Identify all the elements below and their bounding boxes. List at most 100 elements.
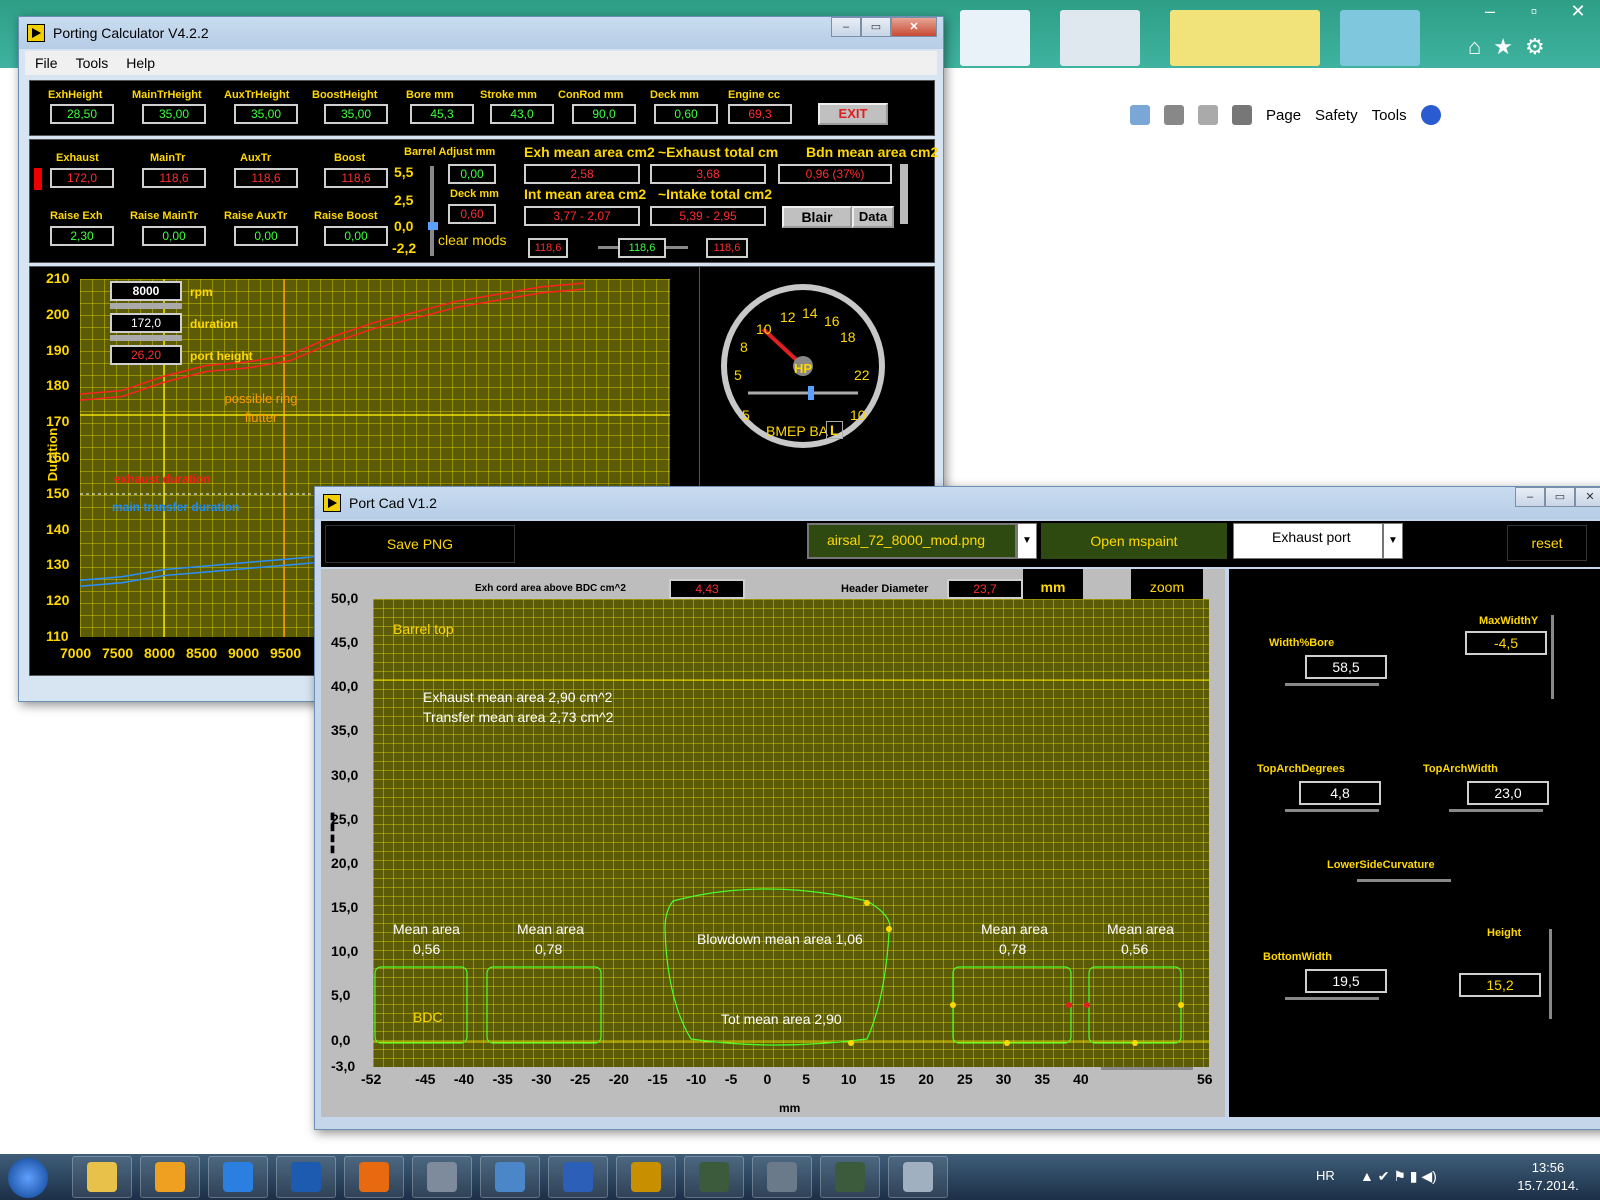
paint-taskbar-icon[interactable] xyxy=(888,1156,948,1198)
clear-mods-button[interactable]: clear mods xyxy=(438,232,506,248)
photo-taskbar-icon[interactable] xyxy=(480,1156,540,1198)
gear-icon[interactable]: ⚙ xyxy=(1525,34,1545,60)
raise-exh-field[interactable]: 2,30 xyxy=(50,226,114,246)
explorer-taskbar-icon[interactable] xyxy=(72,1156,132,1198)
file-selector[interactable]: airsal_72_8000_mod.png xyxy=(807,523,1017,559)
width-bore-field[interactable]: 58,5 xyxy=(1305,655,1387,679)
raise-boost-field[interactable]: 0,00 xyxy=(324,226,388,246)
language-indicator[interactable]: HR xyxy=(1316,1168,1335,1183)
toparchwidth-field[interactable]: 23,0 xyxy=(1467,781,1549,805)
aux-left-title: Mean area xyxy=(393,921,460,937)
browser-close-button[interactable]: ✕ xyxy=(1556,0,1600,22)
maintrheight-field[interactable]: 35,00 xyxy=(142,104,206,124)
clock-time[interactable]: 13:56 xyxy=(1510,1160,1586,1175)
panel-scrollbar[interactable] xyxy=(900,164,908,224)
bmep-unit-toggle[interactable]: L xyxy=(826,421,843,439)
outlook-taskbar-icon[interactable] xyxy=(140,1156,200,1198)
bottomwidth-slider[interactable] xyxy=(1285,997,1379,1000)
barrel-adjust-field[interactable]: 0,00 xyxy=(448,164,496,184)
labview-taskbar-icon[interactable] xyxy=(684,1156,744,1198)
maxwidthy-field[interactable]: -4,5 xyxy=(1465,631,1547,655)
duration-slider[interactable] xyxy=(110,335,182,341)
raise-maintr-field[interactable]: 0,00 xyxy=(142,226,206,246)
height-field[interactable]: 15,2 xyxy=(1459,973,1541,997)
deck-field[interactable]: 0,60 xyxy=(654,104,718,124)
firefox-taskbar-icon[interactable] xyxy=(344,1156,404,1198)
maximize-button[interactable]: ▭ xyxy=(861,17,891,37)
barrel-slider-track[interactable] xyxy=(430,166,434,256)
gauge-tick-12: 12 xyxy=(780,309,796,325)
reset-button[interactable]: reset xyxy=(1507,525,1587,561)
settings-taskbar-icon[interactable] xyxy=(412,1156,472,1198)
menu-tools[interactable]: Tools xyxy=(76,55,109,71)
toparchdegrees-slider[interactable] xyxy=(1285,809,1379,812)
globe-taskbar-icon[interactable] xyxy=(276,1156,336,1198)
lowersidecurvature-slider[interactable] xyxy=(1357,879,1451,882)
file-dropdown-arrow[interactable]: ▼ xyxy=(1017,523,1037,559)
open-mspaint-button[interactable]: Open mspaint xyxy=(1041,523,1227,559)
exhaust-slider-knob[interactable] xyxy=(34,168,42,190)
boost-duration-field[interactable]: 118,6 xyxy=(324,168,388,188)
data-button[interactable]: Data xyxy=(852,206,894,228)
word-taskbar-icon[interactable] xyxy=(548,1156,608,1198)
home-icon[interactable]: ⌂ xyxy=(1468,34,1481,60)
clock-date[interactable]: 15.7.2014. xyxy=(1510,1178,1586,1193)
auxtr-duration-field[interactable]: 118,6 xyxy=(234,168,298,188)
cad-chart xyxy=(373,679,1209,1046)
help-icon[interactable] xyxy=(1420,105,1441,125)
toparchdegrees-field[interactable]: 4,8 xyxy=(1299,781,1381,805)
bore-label: Bore mm xyxy=(406,89,454,101)
bore-field[interactable]: 45,3 xyxy=(410,104,474,124)
hp-label: HP xyxy=(794,361,813,376)
exhheight-field[interactable]: 28,50 xyxy=(50,104,114,124)
close-button[interactable]: ✕ xyxy=(891,17,937,37)
mail-icon[interactable] xyxy=(1198,105,1218,125)
port-dropdown-arrow[interactable]: ▼ xyxy=(1383,523,1403,559)
maxwidthy-slider[interactable] xyxy=(1551,615,1554,699)
feed-icon[interactable] xyxy=(1164,105,1184,125)
aux-port-right xyxy=(1088,966,1182,1044)
bottomwidth-field[interactable]: 19,5 xyxy=(1305,969,1387,993)
slider-mid-value[interactable]: 118,6 xyxy=(618,238,666,258)
calc-taskbar-icon[interactable] xyxy=(752,1156,812,1198)
page-menu[interactable]: Page xyxy=(1266,107,1301,124)
menu-help[interactable]: Help xyxy=(126,55,155,71)
star-icon[interactable]: ★ xyxy=(1493,34,1513,60)
rpm-slider[interactable] xyxy=(110,303,182,309)
tools-menu[interactable]: Tools xyxy=(1372,107,1407,124)
barrel-slider-thumb[interactable] xyxy=(428,222,438,230)
blair-button[interactable]: Blair xyxy=(782,206,852,228)
labview-taskbar-icon[interactable] xyxy=(820,1156,880,1198)
height-slider[interactable] xyxy=(1549,929,1552,1019)
raise-auxtr-field[interactable]: 0,00 xyxy=(234,226,298,246)
auxtrheight-field[interactable]: 35,00 xyxy=(234,104,298,124)
start-button[interactable] xyxy=(8,1158,48,1198)
maintr-duration-field[interactable]: 118,6 xyxy=(142,168,206,188)
ie-taskbar-icon[interactable] xyxy=(208,1156,268,1198)
menu-file[interactable]: File xyxy=(35,55,58,71)
exit-button[interactable]: EXIT xyxy=(818,103,888,125)
intake-total-label: ~Intake total cm2 xyxy=(658,186,772,202)
browser-maximize-button[interactable]: ▫ xyxy=(1512,0,1556,22)
width-bore-slider[interactable] xyxy=(1285,683,1379,686)
exhaust-duration-field[interactable]: 172,0 xyxy=(50,168,114,188)
duration-field[interactable]: 172,0 xyxy=(110,313,182,333)
home-icon[interactable] xyxy=(1130,105,1150,125)
save-png-button[interactable]: Save PNG xyxy=(325,525,515,563)
tray-icons[interactable]: ▲ ✔ ⚑ ▮ ◀) xyxy=(1360,1168,1437,1185)
portcad-maximize-button[interactable]: ▭ xyxy=(1545,487,1575,507)
boostheight-field[interactable]: 35,00 xyxy=(324,104,388,124)
safety-menu[interactable]: Safety xyxy=(1315,107,1358,124)
conrod-field[interactable]: 90,0 xyxy=(572,104,636,124)
browser-minimize-button[interactable]: – xyxy=(1468,0,1512,22)
minimize-button[interactable]: – xyxy=(831,17,861,37)
rpm-field[interactable]: 8000 xyxy=(110,281,182,301)
dosbox-taskbar-icon[interactable] xyxy=(616,1156,676,1198)
portcad-minimize-button[interactable]: – xyxy=(1515,487,1545,507)
x-zoom-slider[interactable] xyxy=(1101,1067,1193,1079)
portcad-close-button[interactable]: ✕ xyxy=(1575,487,1600,507)
stroke-field[interactable]: 43,0 xyxy=(490,104,554,124)
print-icon[interactable] xyxy=(1232,105,1252,125)
toparchwidth-slider[interactable] xyxy=(1449,809,1543,812)
port-select[interactable]: Exhaust port xyxy=(1233,523,1383,559)
